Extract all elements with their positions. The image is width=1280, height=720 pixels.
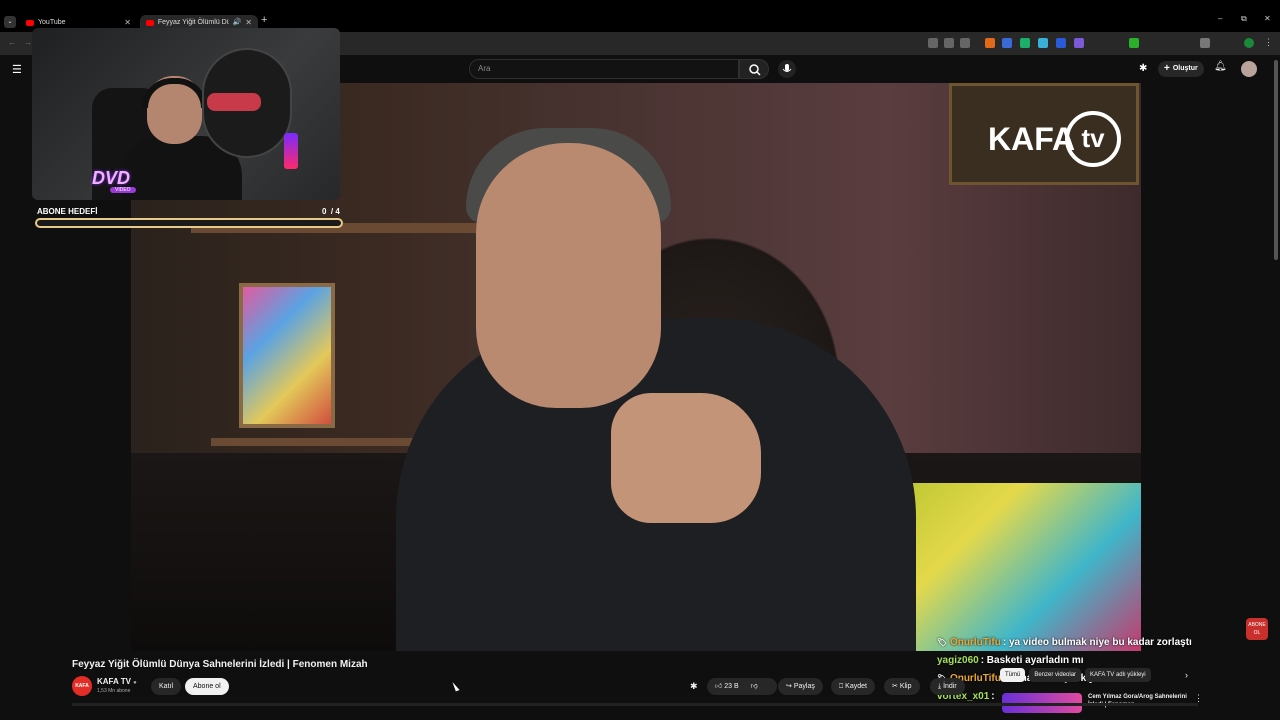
close-window-button[interactable]: ✕ [1264, 14, 1271, 23]
chat-text: : ya video bulmak niye bu kadar zorlaştı [1002, 637, 1192, 648]
subscriber-goal-label: ABONE HEDEFİ [37, 207, 98, 216]
share-button[interactable]: ↪ Paylaş [778, 678, 823, 695]
mascot-goggles [207, 93, 261, 111]
extension-icon[interactable] [1020, 38, 1030, 48]
download-icon: ⤓ [938, 683, 942, 690]
avatar[interactable] [1241, 61, 1257, 77]
subscribe-badge-icon: ABONE OL [1246, 618, 1268, 640]
channel-watermark: KAFA [988, 121, 1076, 157]
headset-icon [142, 78, 207, 108]
chat-text: : [991, 691, 995, 702]
plus-icon: + [1164, 63, 1170, 74]
youtube-favicon-icon [26, 19, 34, 26]
dvd-logo-sub: VIDEO [110, 187, 136, 193]
eye-off-icon[interactable] [944, 38, 954, 48]
extension-icon[interactable] [1129, 38, 1139, 48]
subscriber-count: 1,53 Mn abone [97, 688, 131, 694]
gear-icon[interactable]: ✱ [1139, 63, 1147, 74]
search-button[interactable] [739, 59, 769, 79]
recommended-title[interactable]: Cem Yılmaz Gora/Arog Sahnelerini İzledi … [1088, 693, 1188, 709]
extension-icon[interactable] [985, 38, 995, 48]
cast-icon[interactable] [928, 38, 938, 48]
puzzle-icon[interactable] [1200, 38, 1210, 48]
rgb-light [284, 133, 298, 169]
download-button[interactable]: ⤓ İndir [930, 678, 965, 695]
dvd-logo: DVD [92, 168, 131, 188]
chat-text: : Basketi ayarladın mı [980, 655, 1084, 666]
notifications-bell-icon[interactable]: 🔔︎ [1214, 61, 1227, 72]
chat-user: yagiz060 [937, 655, 979, 666]
menu-dots-icon[interactable]: ⋮ [1264, 37, 1273, 48]
back-icon[interactable]: ← [8, 38, 16, 47]
chat-message: 🏷︎ OnurluTifu: ya video bulmak niye bu k… [937, 637, 1192, 648]
streamer-webcam: DVD VIDEO [32, 28, 340, 200]
join-button[interactable]: Katıl [151, 678, 182, 695]
search-input[interactable]: Ara [469, 59, 739, 79]
video-person-hand [611, 393, 761, 523]
like-dislike-group: 👍︎ 23 B 👎︎ [707, 678, 777, 695]
youtube-favicon-icon [146, 19, 154, 26]
chip-all[interactable]: Tümü [1000, 668, 1026, 682]
minimize-button[interactable]: – [1218, 14, 1222, 23]
like-icon[interactable]: 👍︎ [715, 683, 722, 690]
extension-icon[interactable] [1038, 38, 1048, 48]
extension-icon[interactable] [1002, 38, 1012, 48]
save-button[interactable]: ⎕ Kaydet [831, 678, 875, 695]
create-button[interactable]: + Oluştur [1158, 61, 1204, 77]
related-filter-chips: Tümü Benzer videolar KAFA TV adlı yükley… [1000, 668, 1151, 682]
channel-avatar[interactable]: KAFA [72, 676, 92, 696]
restore-button[interactable]: ⧉ [1241, 14, 1247, 24]
chevron-right-icon[interactable]: › [1185, 670, 1188, 680]
profile-avatar[interactable] [1244, 38, 1254, 48]
forward-icon[interactable]: → [24, 38, 32, 47]
channel-watermark-tv: tv [1065, 111, 1121, 167]
bookmark-icon: ⎕ [839, 683, 844, 690]
sparkle-icon[interactable]: ✱ [690, 681, 698, 692]
video-title: Feyyaz Yiğit Ölümlü Dünya Sahnelerini İz… [72, 659, 368, 670]
channel-name[interactable]: KAFA TV ● [97, 677, 137, 686]
extension-icon[interactable] [1056, 38, 1066, 48]
search-icon [749, 64, 761, 76]
dislike-icon[interactable]: 👎︎ [751, 683, 758, 690]
scissors-icon: ✂ [892, 683, 898, 690]
verified-icon: ● [133, 680, 137, 686]
clip-button[interactable]: ✂ Klip [884, 678, 920, 695]
hamburger-menu-icon[interactable]: ☰ [12, 63, 22, 76]
mouse-cursor-icon [452, 680, 460, 692]
video-person-face [476, 143, 661, 408]
mic-icon [782, 64, 792, 72]
subscriber-goal-bar [35, 218, 343, 228]
horizontal-scroll-track [72, 703, 1198, 706]
tab-search-button[interactable]: ⌄ [4, 16, 16, 28]
chat-user: OnurluTifu [949, 637, 1001, 648]
chip-channel[interactable]: KAFA TV adlı yükleyi [1085, 668, 1151, 682]
chat-badge-icon: 🏷︎ [937, 638, 948, 647]
new-tab-button[interactable]: + [261, 14, 267, 26]
video-scene-graffiti [881, 483, 1141, 651]
share-icon: ↪ [786, 683, 792, 690]
create-label: Oluştur [1172, 65, 1198, 72]
subscriber-goal-count: 0 / 4 [322, 207, 340, 216]
chip-similar[interactable]: Benzer videolar [1029, 668, 1082, 682]
like-count[interactable]: 23 B [724, 683, 738, 690]
subscribe-button[interactable]: Abone ol [185, 678, 229, 695]
video-scene-painting [239, 283, 335, 428]
voice-search-button[interactable] [778, 60, 796, 78]
scrollbar[interactable] [1274, 60, 1278, 260]
chat-message: yagiz060: Basketi ayarladın mı [937, 655, 1084, 666]
star-icon[interactable] [960, 38, 970, 48]
extension-icon[interactable] [1074, 38, 1084, 48]
